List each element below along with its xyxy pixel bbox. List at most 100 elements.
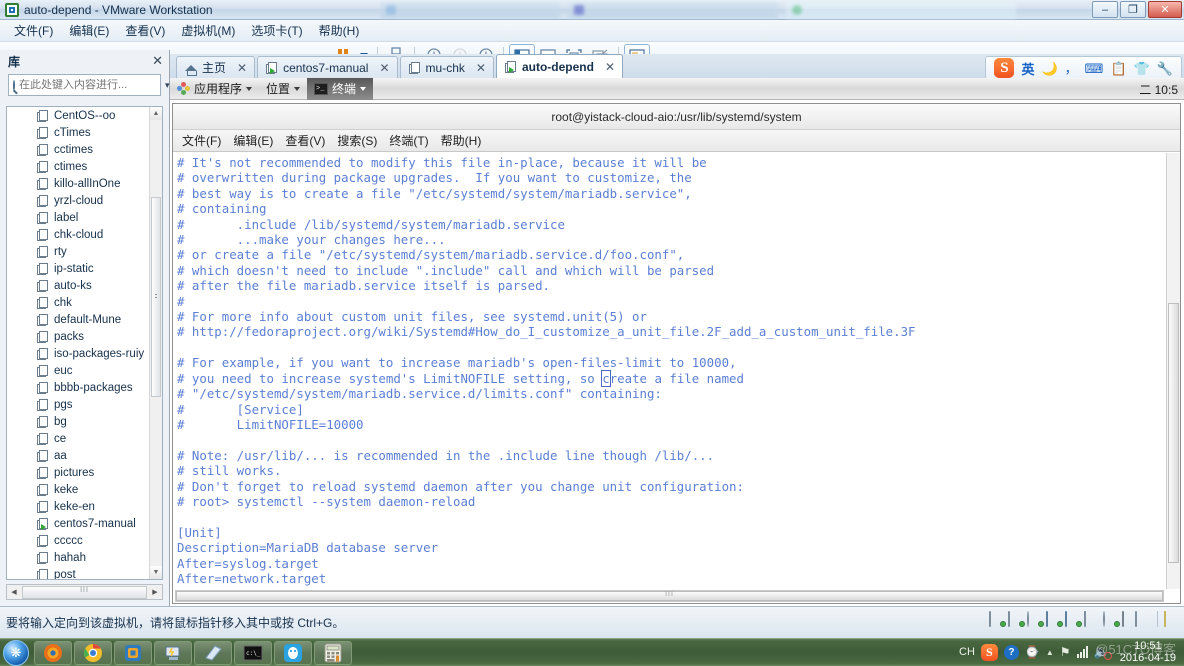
chevron-down-icon[interactable]: ▾ [165, 80, 170, 91]
clock[interactable]: 10:51 2016-04-19 [1116, 640, 1180, 664]
library-horizontal-scrollbar[interactable]: ◀ ▶ [6, 584, 163, 600]
tab-auto-depend[interactable]: auto-depend ✕ [495, 54, 623, 78]
library-vm-item[interactable]: ccccc [7, 532, 149, 549]
minimize-button[interactable]: – [1092, 1, 1118, 18]
taskbar-remote-desktop[interactable] [154, 640, 192, 665]
terminal-menu-terminal[interactable]: 终端(T) [383, 130, 434, 151]
hard-disk-icon[interactable] [989, 611, 1006, 627]
gnome-applications-menu[interactable]: 应用程序 [170, 78, 259, 100]
library-search[interactable]: ▾ [8, 74, 170, 96]
network-icon[interactable]: ⌚ [1025, 645, 1040, 659]
library-vm-item[interactable]: cctimes [7, 141, 149, 158]
volume-muted-icon[interactable]: 🔈 [1094, 644, 1112, 660]
help-icon[interactable]: ? [1003, 644, 1019, 660]
display-icon[interactable] [1135, 611, 1151, 627]
close-icon[interactable]: ✕ [237, 61, 247, 75]
scroll-right-icon[interactable]: ▶ [148, 588, 162, 596]
tab-mu-chk[interactable]: mu-chk ✕ [399, 56, 494, 78]
vm-console-screen[interactable]: 应用程序 位置 >_ 终端 二 10:5 root@yistack-cloud-… [170, 78, 1184, 606]
library-vm-item[interactable]: label [7, 209, 149, 226]
close-icon[interactable]: ✕ [605, 60, 615, 74]
library-vm-item[interactable]: ce [7, 430, 149, 447]
library-vm-item[interactable]: packs [7, 328, 149, 345]
library-vm-item[interactable]: yrzl-cloud [7, 192, 149, 209]
terminal-menu-view[interactable]: 查看(V) [279, 130, 331, 151]
scrollbar-thumb[interactable] [151, 197, 161, 397]
taskbar-firefox[interactable] [34, 640, 72, 665]
close-icon[interactable]: ✕ [152, 53, 163, 69]
library-vm-item[interactable]: keke [7, 481, 149, 498]
maximize-button[interactable]: ❐ [1120, 1, 1146, 18]
close-icon[interactable]: ✕ [476, 61, 486, 75]
network-adapter-2-icon[interactable] [1065, 611, 1082, 627]
library-vm-item[interactable]: CentOS--oo [7, 107, 149, 124]
wrench-icon[interactable]: 🔧 [1157, 62, 1173, 75]
menu-view[interactable]: 查看(V) [117, 20, 173, 41]
action-center-icon[interactable]: ⚑ [1060, 645, 1071, 659]
library-vertical-scrollbar[interactable]: ▲ ▼ [149, 107, 162, 579]
clipboard-icon[interactable]: 📋 [1110, 62, 1126, 75]
library-vm-item[interactable]: bg [7, 413, 149, 430]
close-icon[interactable]: ✕ [379, 61, 389, 75]
scroll-up-icon[interactable]: ▲ [150, 107, 162, 120]
menu-tabs[interactable]: 选项卡(T) [243, 20, 310, 41]
taskbar-chrome[interactable] [74, 640, 112, 665]
library-vm-item[interactable]: ctimes [7, 158, 149, 175]
library-vm-item[interactable]: bbbb-packages [7, 379, 149, 396]
library-vm-item[interactable]: hahah [7, 549, 149, 566]
tab-home[interactable]: 主页 ✕ [176, 56, 256, 78]
signal-icon[interactable] [1076, 646, 1088, 658]
network-adapter-icon[interactable] [1046, 611, 1063, 627]
library-vm-item[interactable]: aa [7, 447, 149, 464]
terminal-menu-help[interactable]: 帮助(H) [435, 130, 488, 151]
gnome-places-menu[interactable]: 位置 [259, 78, 307, 100]
notes-icon[interactable] [1164, 611, 1180, 627]
library-vm-item[interactable]: centos7-manual [7, 515, 149, 532]
library-vm-item[interactable]: default-Mune [7, 311, 149, 328]
library-vm-item[interactable]: cTimes [7, 124, 149, 141]
library-vm-item[interactable]: ip-static [7, 260, 149, 277]
skin-icon[interactable]: 👕 [1134, 62, 1150, 75]
library-vm-item[interactable]: post [7, 566, 149, 579]
soft-keyboard-icon[interactable]: ⌨ [1085, 62, 1104, 75]
tab-centos7-manual[interactable]: centos7-manual ✕ [257, 56, 398, 78]
taskbar-notepad[interactable] [194, 640, 232, 665]
library-vm-item[interactable]: keke-en [7, 498, 149, 515]
start-button[interactable]: ❋ [3, 639, 29, 666]
show-hidden-icons-icon[interactable]: ▲ [1046, 648, 1054, 657]
terminal-body[interactable]: # It's not recommended to modify this fi… [173, 153, 1180, 603]
terminal-hscrollbar-thumb[interactable] [176, 591, 1163, 601]
library-vm-item[interactable]: rty [7, 243, 149, 260]
library-vm-item[interactable]: euc [7, 362, 149, 379]
library-vm-item[interactable]: pictures [7, 464, 149, 481]
terminal-menu-file[interactable]: 文件(F) [176, 130, 227, 151]
library-vm-item[interactable]: auto-ks [7, 277, 149, 294]
terminal-horizontal-scrollbar[interactable] [175, 590, 1164, 602]
library-vm-item[interactable]: chk [7, 294, 149, 311]
ime-mode-label[interactable]: 英 [1021, 59, 1034, 78]
taskbar-vmware-workstation[interactable] [114, 640, 152, 665]
sogou-tray-icon[interactable]: S [980, 643, 998, 661]
taskbar-window-terminal[interactable]: >_ 终端 [307, 78, 374, 100]
printer-icon[interactable] [1084, 611, 1100, 627]
hard-disk-2-icon[interactable] [1008, 611, 1025, 627]
gnome-panel-clock[interactable]: 二 10:5 [1139, 78, 1182, 100]
terminal-scrollbar-thumb[interactable] [1168, 303, 1179, 563]
moon-icon[interactable]: 🌙 [1041, 62, 1057, 75]
taskbar-qq[interactable] [274, 640, 312, 665]
close-button[interactable]: ✕ [1148, 1, 1182, 18]
library-vm-item[interactable]: killo-allInOne [7, 175, 149, 192]
terminal-menu-edit[interactable]: 编辑(E) [227, 130, 279, 151]
search-input[interactable] [19, 79, 161, 91]
terminal-vertical-scrollbar[interactable] [1166, 153, 1180, 589]
menu-vm[interactable]: 虚拟机(M) [173, 20, 243, 41]
sound-card-icon[interactable] [1103, 611, 1120, 627]
scroll-down-icon[interactable]: ▼ [150, 566, 162, 579]
menu-file[interactable]: 文件(F) [6, 20, 61, 41]
taskbar-calculator[interactable] [314, 640, 352, 665]
scroll-left-icon[interactable]: ◀ [7, 588, 21, 596]
taskbar-command-prompt[interactable]: c:\_ [234, 640, 272, 665]
library-vm-item[interactable]: chk-cloud [7, 226, 149, 243]
hscrollbar-thumb[interactable] [22, 585, 147, 599]
ime-indicator[interactable]: CH [959, 646, 975, 658]
